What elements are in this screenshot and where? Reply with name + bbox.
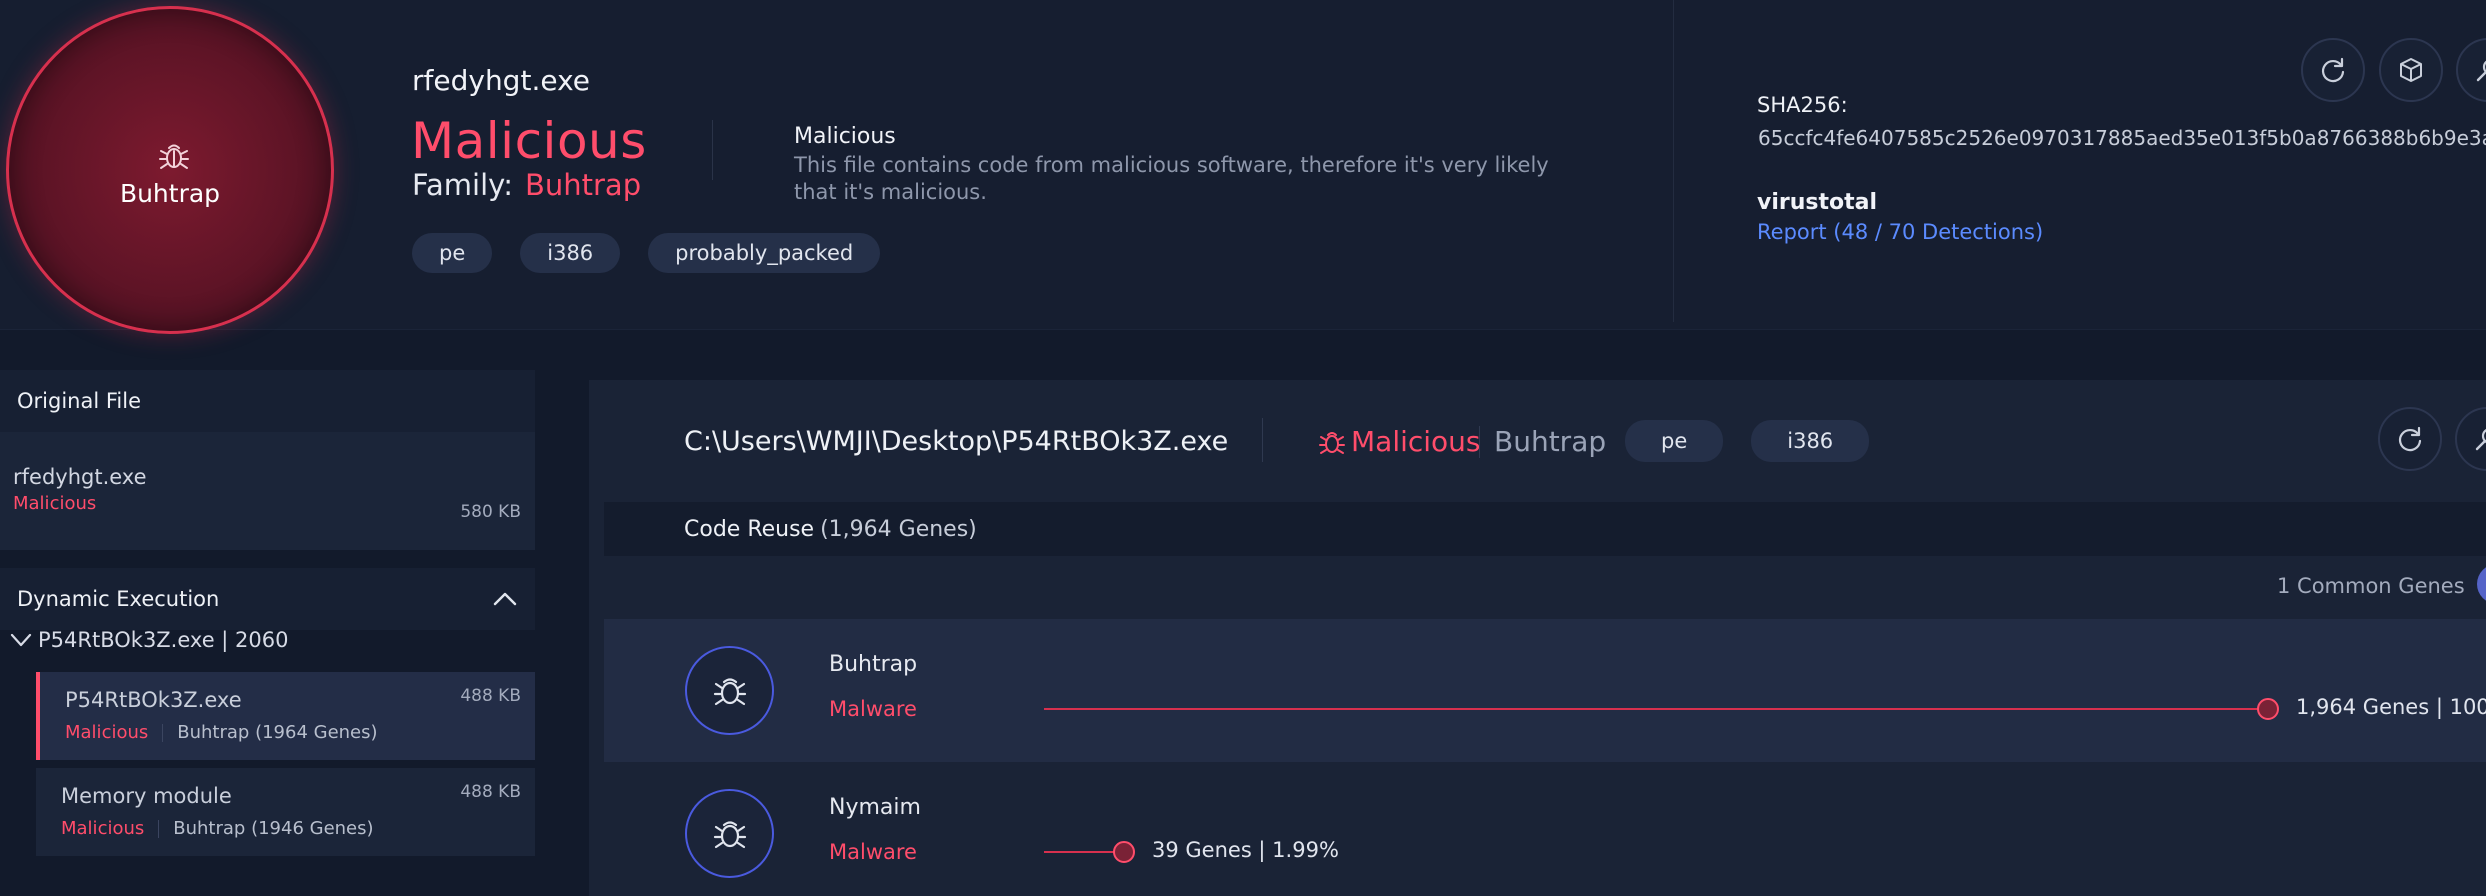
gene-bar (1044, 708, 2268, 710)
code-reuse-bar: Code Reuse (1,964 Genes) (604, 502, 2486, 556)
sha256-value[interactable]: 65ccfc4fe6407585c2526e0970317885aed35e01… (1758, 126, 2486, 150)
family-value: Buhtrap (524, 168, 642, 202)
bug-icon (1319, 431, 1345, 454)
process-item[interactable]: P54RtBOk3Z.exe 488 KB Malicious Buhtrap … (36, 672, 535, 760)
meta-separator (158, 819, 160, 838)
analysis-header: Buhtrap rfedyhgt.exe Malicious Family: Bu… (0, 0, 2486, 334)
gene-family-avatar (685, 789, 774, 878)
code-reuse-label: Code Reuse (684, 516, 815, 542)
meta-separator (162, 723, 164, 742)
process-label: P54RtBOk3Z.exe | 2060 (38, 628, 289, 652)
verdict-circle-label: Buhtrap (119, 179, 221, 208)
gene-row[interactable]: Nymaim Malware 39 Genes | 1.99% (604, 762, 2486, 896)
chevron-up-icon[interactable] (492, 591, 518, 607)
tag-i386[interactable]: i386 (520, 233, 621, 273)
process-family: Buhtrap (1964 Genes) (177, 722, 378, 743)
process-tree-root[interactable]: P54RtBOk3Z.exe | 2060 (10, 628, 288, 652)
refresh-button[interactable] (2378, 407, 2442, 471)
verdict-circle: Buhtrap (6, 6, 334, 334)
module-name: Memory module (61, 784, 232, 808)
header-divider (712, 120, 713, 180)
gene-stat: 1,964 Genes | 100% (2296, 695, 2486, 719)
code-reuse-panel: C:\Users\WMJI\Desktop\P54RtBOk3Z.exe Mal… (589, 380, 2486, 896)
search-button[interactable] (2455, 407, 2486, 471)
chevron-down-icon (10, 633, 32, 647)
memory-module-item[interactable]: Memory module 488 KB Malicious Buhtrap (… (36, 768, 535, 856)
module-meta: Malicious Buhtrap (1946 Genes) (61, 818, 374, 839)
magnify-icon (2475, 428, 2486, 451)
main-verdict: Malicious (1317, 425, 1481, 458)
bug-icon (159, 144, 189, 169)
refresh-icon (2398, 426, 2422, 452)
process-path: C:\Users\WMJI\Desktop\P54RtBOk3Z.exe (684, 426, 1229, 457)
process-meta: Malicious Buhtrap (1964 Genes) (65, 722, 378, 743)
gene-family-avatar (685, 646, 774, 735)
process-size: 488 KB (460, 686, 521, 706)
gene-bar (1044, 851, 1124, 853)
path-divider (1262, 418, 1263, 462)
module-status: Malicious (61, 818, 145, 839)
magnify-icon (2476, 60, 2486, 82)
gene-bar-marker (2257, 698, 2279, 720)
refresh-button[interactable] (2301, 38, 2365, 102)
tag-pe[interactable]: pe (412, 233, 493, 273)
gene-family-type: Malware (829, 697, 917, 721)
virustotal-report-link[interactable]: Report (48 / 70 Detections) (1757, 220, 2043, 244)
module-size: 488 KB (460, 782, 521, 802)
module-family: Buhtrap (1946 Genes) (173, 818, 374, 839)
sha256-label: SHA256: (1757, 93, 1848, 117)
verdict-divider (1479, 426, 1480, 458)
sandbox-button[interactable] (2379, 38, 2443, 102)
gene-family-name: Buhtrap (829, 652, 918, 677)
tag-probably-packed[interactable]: probably_packed (648, 233, 881, 273)
tag-i386[interactable]: i386 (1751, 420, 1870, 462)
search-button[interactable] (2456, 38, 2486, 102)
section-divider (1673, 0, 1674, 322)
tag-pe[interactable]: pe (1625, 420, 1724, 462)
bug-icon (713, 820, 746, 848)
process-name: P54RtBOk3Z.exe (65, 688, 242, 712)
refresh-icon (2321, 57, 2345, 83)
file-name: rfedyhgt.exe (412, 64, 591, 97)
main-verdict-label: Malicious (1351, 425, 1481, 458)
process-status: Malicious (65, 722, 149, 743)
family-line: Family: Buhtrap (412, 168, 641, 202)
gene-family-name: Nymaim (829, 795, 921, 820)
virustotal-label: virustotal (1757, 190, 1878, 215)
verdict-title: Malicious (411, 112, 647, 170)
gene-row[interactable]: Buhtrap Malware 1,964 Genes | 100% (604, 619, 2486, 762)
main-family: Buhtrap (1494, 425, 1607, 458)
gene-bar-marker (1113, 841, 1135, 863)
verdict-summary-title: Malicious (794, 124, 896, 149)
family-key: Family: (412, 168, 513, 202)
gene-stat: 39 Genes | 1.99% (1152, 838, 1339, 862)
dynamic-execution-header[interactable]: Dynamic Execution (0, 568, 535, 630)
code-reuse-count: (1,964 Genes) (820, 516, 977, 542)
common-genes-label: 1 Common Genes (2277, 574, 2465, 598)
gene-family-type: Malware (829, 840, 917, 864)
file-tags: pe i386 probably_packed (412, 233, 881, 273)
main-tags: pe i386 (1625, 420, 1870, 462)
box-icon (2400, 58, 2422, 82)
common-genes-toggle[interactable] (2477, 564, 2486, 604)
dynamic-execution-title: Dynamic Execution (17, 587, 220, 611)
bug-icon (713, 677, 746, 705)
dynamic-execution-section: Dynamic Execution P54RtBOk3Z.exe | 2060 … (0, 370, 535, 896)
verdict-description: This file contains code from malicious s… (794, 153, 1549, 204)
